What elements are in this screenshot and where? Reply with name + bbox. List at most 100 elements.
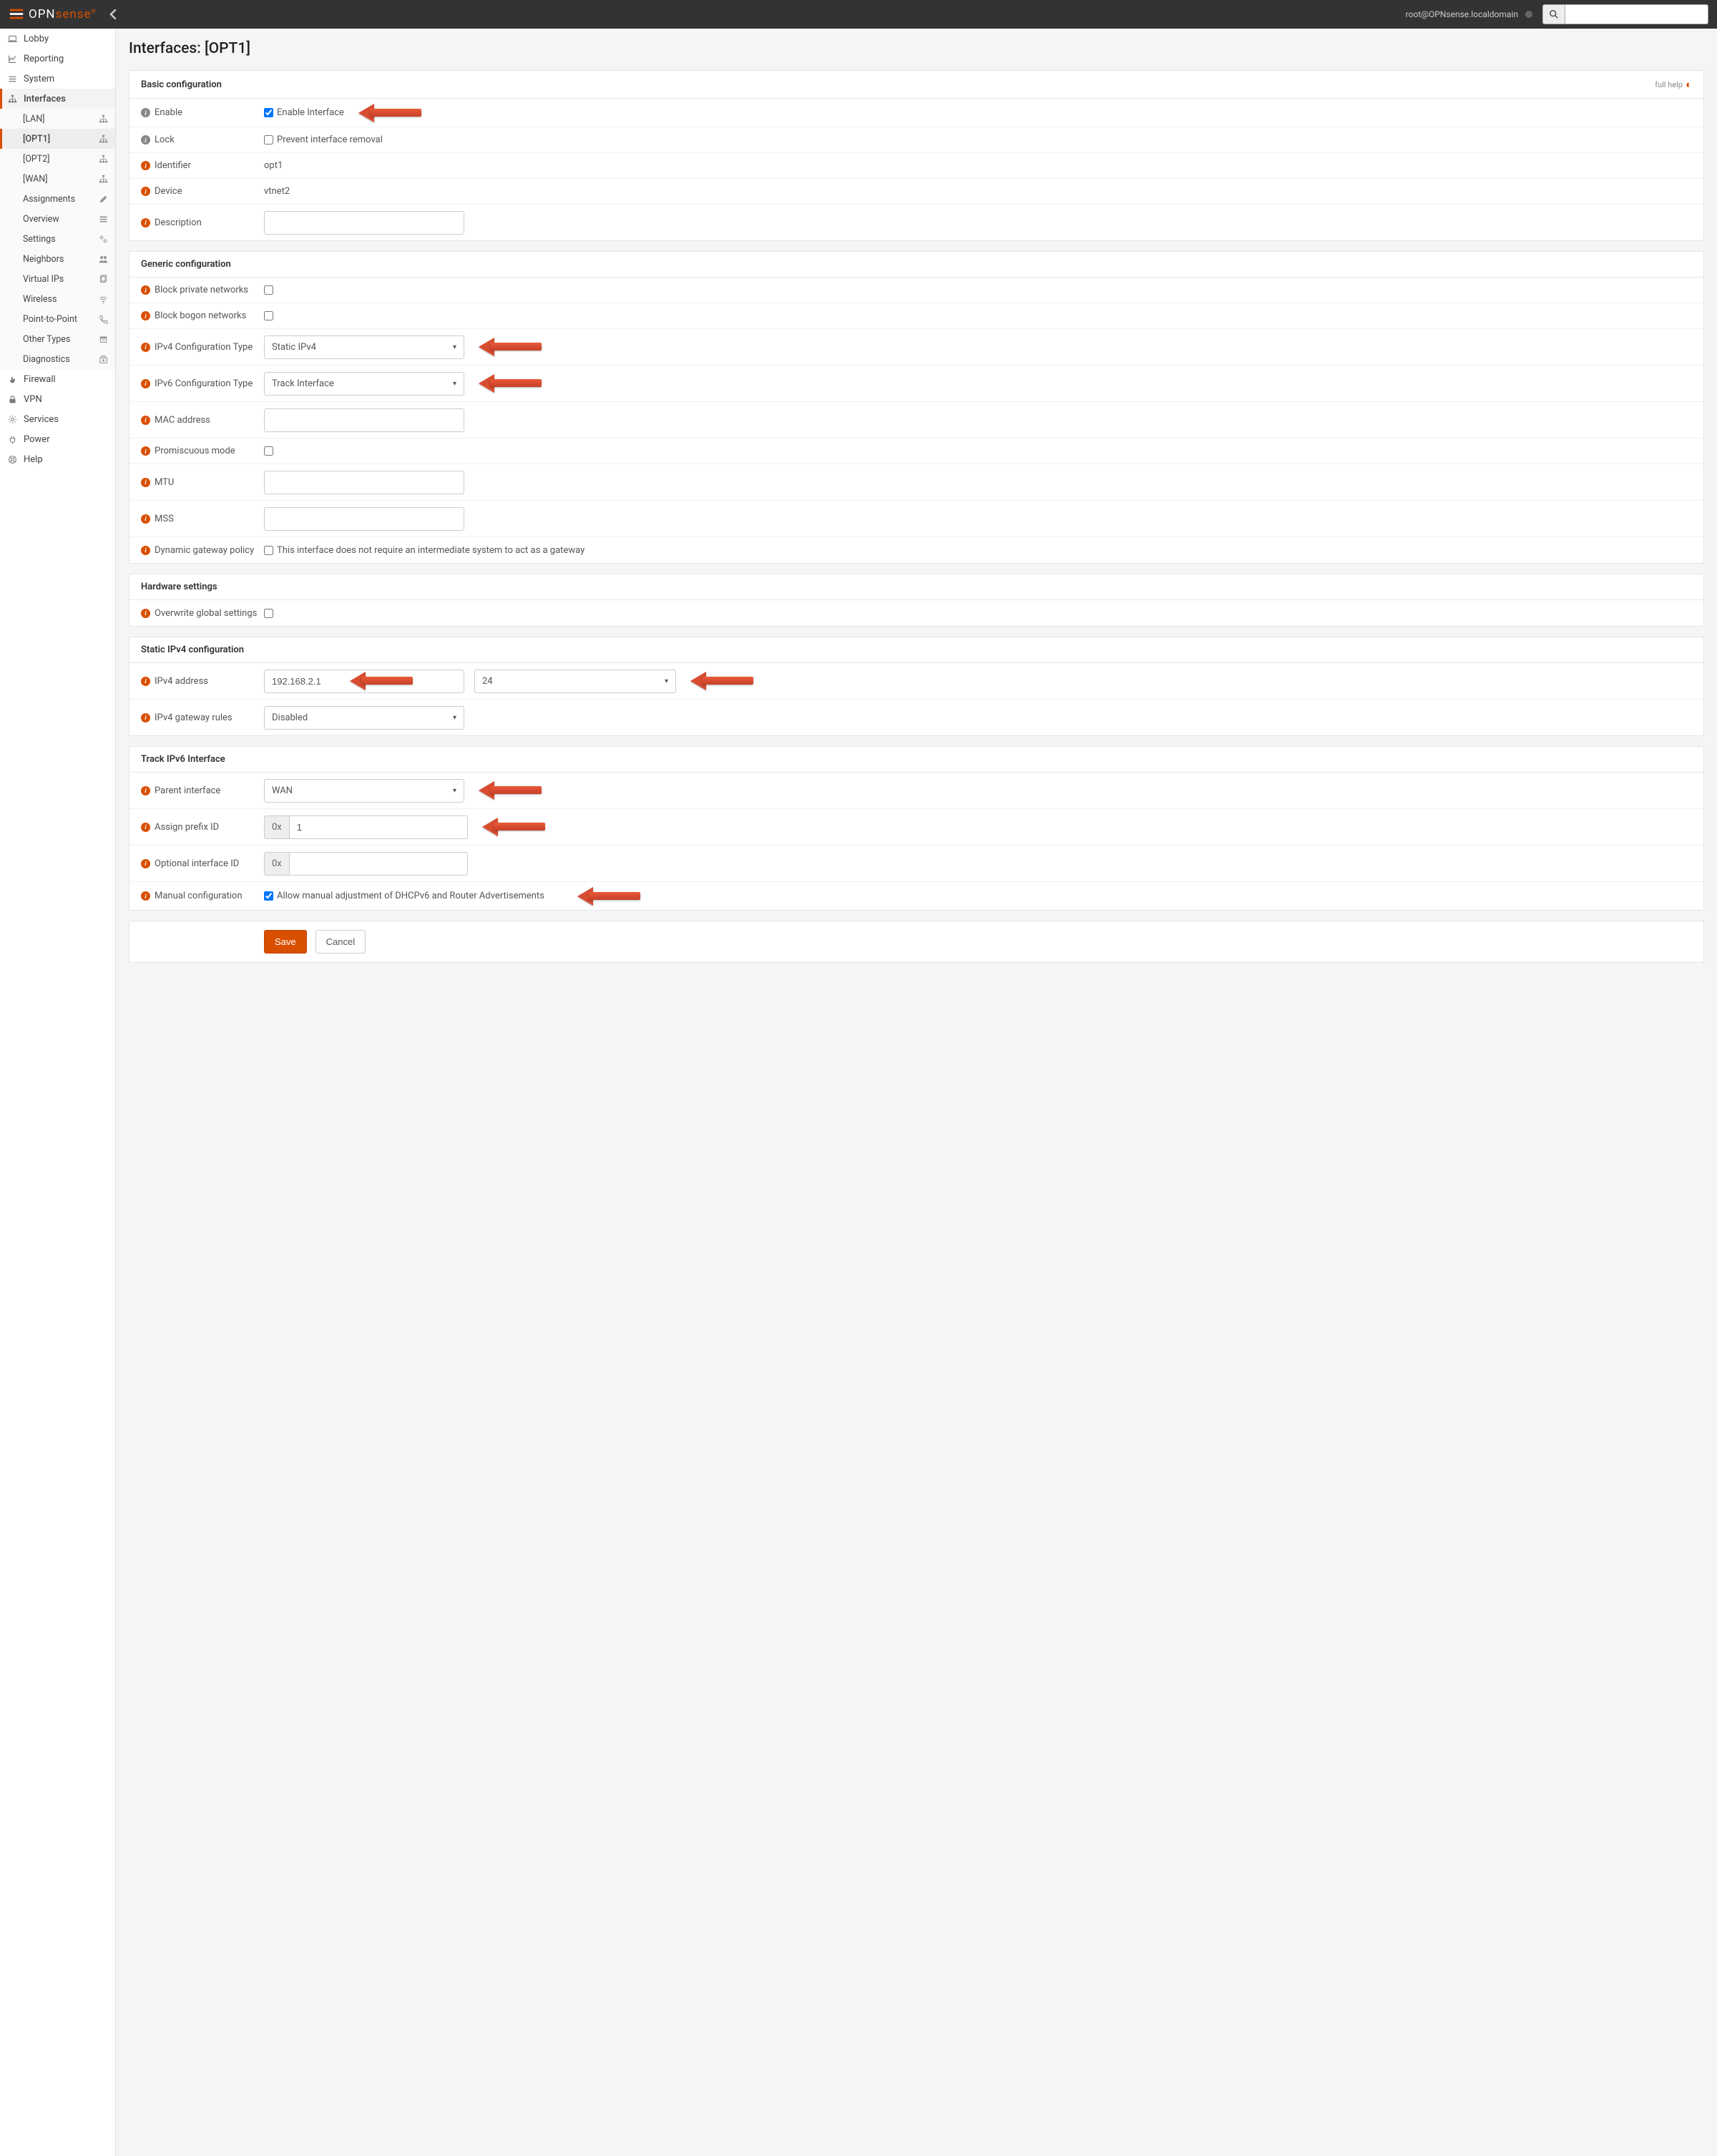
optif-addon: 0x	[264, 852, 289, 876]
info-icon[interactable]: i	[141, 786, 150, 795]
sidebar-item-firewall[interactable]: Firewall	[0, 369, 115, 389]
caret-down-icon: ▾	[453, 714, 456, 722]
panel-basic: Basic configuration full help ◐ i Enable …	[129, 70, 1704, 241]
info-icon[interactable]: i	[141, 343, 150, 352]
mtu-input[interactable]	[264, 471, 464, 494]
ipv4-gw-select[interactable]: Disabled▾	[264, 706, 464, 730]
sitemap-icon	[99, 155, 108, 164]
pencil-icon	[99, 195, 108, 204]
search-button[interactable]	[1542, 4, 1565, 24]
panel-generic: Generic configuration iBlock private net…	[129, 251, 1704, 564]
sidebar-item-help[interactable]: Help	[0, 449, 115, 469]
logo[interactable]: OPNsense®	[9, 6, 97, 22]
sidebar-subitem-neighbors[interactable]: Neighbors	[0, 249, 115, 269]
sidebar-subitem-othertypes[interactable]: Other Types	[0, 329, 115, 349]
info-icon[interactable]: i	[141, 609, 150, 618]
info-icon[interactable]: i	[141, 311, 150, 320]
prefix-input[interactable]	[289, 815, 468, 839]
sidebar-subitem-settings[interactable]: Settings	[0, 229, 115, 249]
block-private-checkbox[interactable]	[264, 285, 273, 295]
lock-checkbox[interactable]	[264, 135, 273, 144]
info-icon[interactable]: i	[141, 285, 150, 295]
ipv4-mask-select[interactable]: 24▾	[474, 670, 676, 693]
sidebar-subitem-assignments[interactable]: Assignments	[0, 189, 115, 209]
sidebar-item-services[interactable]: Services	[0, 409, 115, 429]
sidebar-subitem-diagnostics[interactable]: Diagnostics	[0, 349, 115, 369]
info-icon[interactable]: i	[141, 891, 150, 901]
promisc-checkbox[interactable]	[264, 446, 273, 456]
manual-checkbox[interactable]	[264, 891, 273, 901]
info-icon[interactable]: i	[141, 677, 150, 686]
sidebar-item-label: Overview	[23, 214, 59, 225]
logo-text-sense: sense	[56, 7, 92, 21]
user-label[interactable]: root@OPNsense.localdomain	[1406, 9, 1518, 19]
sidebar-item-reporting[interactable]: Reporting	[0, 49, 115, 69]
sidebar-subitem-opt2[interactable]: [OPT2]	[0, 149, 115, 169]
dyngw-checkbox[interactable]	[264, 546, 273, 555]
info-icon[interactable]: i	[141, 161, 150, 170]
info-icon[interactable]: i	[141, 546, 150, 555]
info-icon[interactable]: i	[141, 446, 150, 456]
panel-basic-header: Basic configuration full help ◐	[129, 71, 1703, 99]
promisc-label: Promiscuous mode	[155, 446, 235, 456]
mss-input[interactable]	[264, 507, 464, 531]
sidebar-item-label: Point-to-Point	[23, 314, 77, 325]
info-icon[interactable]: i	[141, 379, 150, 388]
info-icon[interactable]: i	[141, 478, 150, 487]
overwrite-checkbox[interactable]	[264, 609, 273, 618]
search-input[interactable]	[1565, 4, 1708, 24]
logo-text-opn: OPN	[29, 7, 56, 21]
identifier-value: opt1	[264, 160, 283, 171]
sidebar-item-vpn[interactable]: VPN	[0, 389, 115, 409]
caret-down-icon: ▾	[665, 677, 668, 685]
ipv4-addr-input[interactable]	[264, 670, 464, 693]
parent-select[interactable]: WAN▾	[264, 779, 464, 803]
sidebar-item-label: Firewall	[24, 374, 56, 385]
sidebar-subitem-wireless[interactable]: Wireless	[0, 289, 115, 309]
info-icon[interactable]: i	[141, 135, 150, 144]
cancel-button[interactable]: Cancel	[315, 930, 366, 954]
mac-input[interactable]	[264, 408, 464, 432]
sidebar-subitem-overview[interactable]: Overview	[0, 209, 115, 229]
info-icon[interactable]: i	[141, 416, 150, 425]
panel-buttons: Save Cancel	[129, 921, 1704, 963]
sidebar-item-interfaces[interactable]: Interfaces	[0, 89, 115, 109]
sidebar-subitem-virtualips[interactable]: Virtual IPs	[0, 269, 115, 289]
sidebar-item-lobby[interactable]: Lobby	[0, 29, 115, 49]
ipv4-type-select[interactable]: Static IPv4▾	[264, 335, 464, 359]
save-button[interactable]: Save	[264, 930, 307, 954]
sidebar-subitem-ptp[interactable]: Point-to-Point	[0, 309, 115, 329]
list-icon	[7, 74, 17, 84]
info-icon[interactable]: i	[141, 187, 150, 196]
device-label: Device	[155, 186, 182, 197]
info-icon[interactable]: i	[141, 713, 150, 722]
panel-track-ipv6: Track IPv6 Interface iParent interface W…	[129, 746, 1704, 911]
block-bogon-checkbox[interactable]	[264, 311, 273, 320]
sidebar-subitem-wan[interactable]: [WAN]	[0, 169, 115, 189]
description-input[interactable]	[264, 211, 464, 235]
ipv6-type-select[interactable]: Track Interface▾	[264, 372, 464, 396]
info-icon[interactable]: i	[141, 514, 150, 524]
block-bogon-label: Block bogon networks	[155, 310, 246, 321]
info-icon[interactable]: i	[141, 108, 150, 117]
ipv4-type-label: IPv4 Configuration Type	[155, 342, 253, 353]
sidebar-toggle-icon[interactable]	[109, 9, 117, 19]
sidebar-item-label: [OPT2]	[23, 154, 50, 165]
page-title: Interfaces: [OPT1]	[129, 40, 1704, 57]
sidebar-item-system[interactable]: System	[0, 69, 115, 89]
annotation-arrow	[479, 783, 543, 798]
full-help-toggle[interactable]: full help ◐	[1655, 78, 1692, 91]
sidebar-item-power[interactable]: Power	[0, 429, 115, 449]
sidebar-subitem-opt1[interactable]: [OPT1]	[0, 129, 115, 149]
info-icon[interactable]: i	[141, 823, 150, 832]
enable-checkbox[interactable]	[264, 108, 273, 117]
enable-cb-text: Enable Interface	[277, 107, 344, 118]
caret-down-icon: ▾	[453, 787, 456, 795]
info-icon[interactable]: i	[141, 218, 150, 227]
sidebar-subitem-lan[interactable]: [LAN]	[0, 109, 115, 129]
sitemap-icon	[99, 175, 108, 184]
optif-input[interactable]	[289, 852, 468, 876]
panel-hardware: Hardware settings iOverwrite global sett…	[129, 574, 1704, 627]
info-icon[interactable]: i	[141, 859, 150, 868]
sidebar-item-label: Settings	[23, 234, 56, 245]
